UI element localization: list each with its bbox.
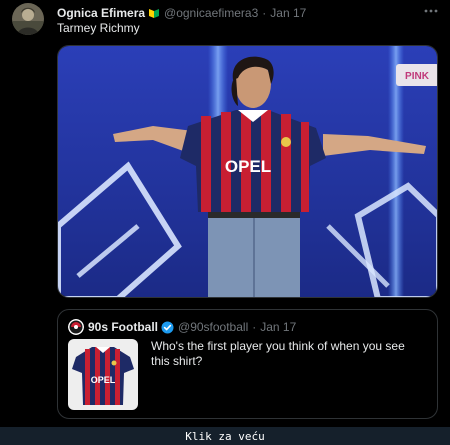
author-avatar[interactable] [12, 3, 44, 35]
tweet-card[interactable]: Ognica Efimera @ognicaefimera3 · Jan 17 … [0, 0, 450, 427]
author-name[interactable]: Ognica Efimera [57, 6, 145, 20]
quote-author-handle[interactable]: @90sfootball [178, 320, 248, 334]
tweet-media[interactable]: PINK OPEL [57, 45, 438, 298]
quoted-tweet[interactable]: 90s Football @90sfootball · Jan 17 OPEL … [57, 309, 438, 419]
quote-avatar[interactable] [68, 319, 84, 335]
quote-header: 90s Football @90sfootball · Jan 17 [68, 319, 296, 335]
quote-date[interactable]: Jan 17 [260, 320, 296, 334]
expand-link[interactable]: Klik za veću [185, 430, 264, 443]
media-shirt-sponsor: OPEL [225, 157, 271, 176]
quote-text: Who's the first player you think of when… [151, 339, 405, 368]
quote-thumbnail[interactable]: OPEL [68, 339, 138, 410]
media-image: PINK OPEL [58, 46, 437, 297]
author-handle[interactable]: @ognicaefimera3 [164, 6, 258, 20]
verified-check-icon [161, 321, 174, 334]
beginner-badge-icon [148, 7, 160, 19]
tweet-text: Tarmey Richmy [57, 21, 140, 35]
tweet-header: Ognica Efimera @ognicaefimera3 · Jan 17 [57, 5, 306, 21]
separator-dot: · [262, 6, 267, 20]
quote-separator-dot: · [252, 320, 257, 334]
quote-author-name[interactable]: 90s Football [88, 320, 158, 334]
media-sign-text: PINK [405, 71, 430, 82]
more-dots-icon[interactable] [422, 2, 440, 20]
quote-thumb-sponsor: OPEL [91, 375, 116, 385]
tweet-date[interactable]: Jan 17 [270, 6, 306, 20]
footer-bar: Klik za veću [0, 427, 450, 445]
